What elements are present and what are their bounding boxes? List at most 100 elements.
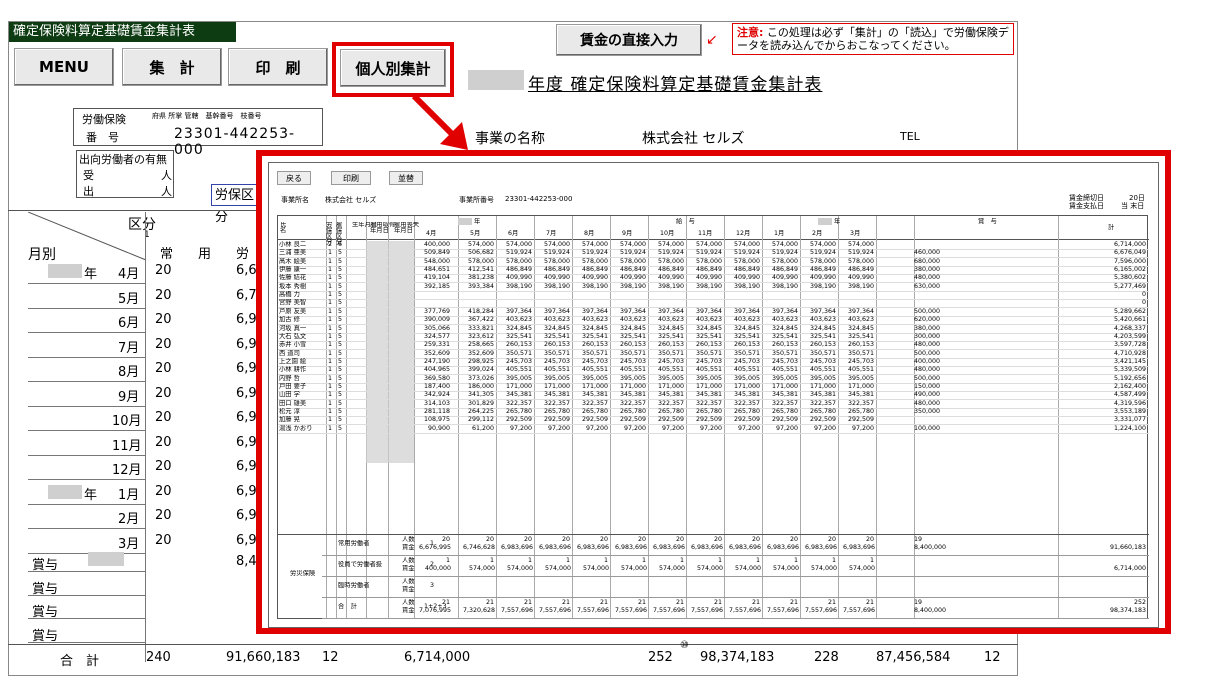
- report-print-button[interactable]: 印刷: [331, 171, 371, 185]
- month-header: 1月: [774, 230, 785, 237]
- monthly-wage: 574,000: [543, 241, 570, 248]
- row-total: 6,676,049: [1113, 249, 1146, 257]
- monthly-wage: 325,541: [581, 332, 608, 340]
- report-sheet: 戻る 印刷 並替 事業所名 株式会社 セルズ 事業所番号 23301-44225…: [268, 162, 1159, 628]
- monthly-wage: 265,780: [771, 408, 798, 415]
- summary-button[interactable]: 集 計: [122, 48, 222, 86]
- direct-wage-input-button[interactable]: 賃金の直接入力: [556, 24, 702, 56]
- back-button[interactable]: 戻る: [277, 171, 311, 185]
- monthly-wage: 486,849: [543, 266, 570, 274]
- bonus-amount: 350,000: [914, 408, 941, 415]
- monthly-wage: 265,780: [695, 408, 722, 415]
- summary-total-wage: 98,374,183: [1109, 607, 1146, 614]
- monthly-wage: 398,190: [847, 282, 874, 290]
- monthly-wage: 367,422: [467, 316, 494, 324]
- monthly-wage: 486,849: [657, 266, 684, 274]
- monthly-wage: 519,924: [657, 249, 684, 257]
- monthly-wage: 292,509: [619, 416, 646, 424]
- grid-header-label: 雇用喪失年月日: [394, 222, 420, 234]
- summary-total-count: 252: [1133, 599, 1146, 606]
- monthly-wage: 405,551: [657, 366, 684, 374]
- pay-day-label: 賃金支払日: [1069, 202, 1104, 210]
- monthly-wage: 171,000: [695, 382, 722, 390]
- monthly-wage: 574,000: [733, 241, 760, 248]
- pay-day: 当 末日: [1121, 202, 1145, 210]
- row-total: 5,339,509: [1113, 366, 1146, 374]
- bonus-amount: 400,000: [914, 357, 941, 365]
- monthly-wage: 486,849: [505, 266, 532, 274]
- monthly-wage: 350,571: [695, 349, 722, 357]
- monthly-wage: 245,703: [809, 357, 836, 365]
- summary-count: 1: [445, 557, 450, 564]
- month-wage: 6,9: [236, 312, 257, 327]
- header-kubun: 区分: [128, 217, 156, 233]
- summary-count: 1: [565, 557, 570, 564]
- monthly-wage: 409,990: [695, 274, 722, 282]
- monthly-wage: 405,551: [505, 366, 532, 374]
- individual-summary-button[interactable]: 個人別集計: [340, 49, 446, 87]
- monthly-wage: 324,845: [581, 324, 608, 332]
- employee-name: 松元 淳: [279, 408, 300, 415]
- bonus-amount: 500,000: [914, 307, 941, 315]
- print-button[interactable]: 印 刷: [228, 48, 328, 86]
- row-line: [28, 405, 145, 407]
- koyo-kubun: 5: [338, 249, 343, 257]
- monthly-wage: 258,665: [467, 341, 494, 349]
- summary-count: 21: [441, 599, 450, 606]
- monthly-wage: 171,000: [505, 382, 532, 390]
- month-header: 7月: [546, 230, 557, 237]
- monthly-wage: 398,190: [505, 282, 532, 290]
- row-total: 5,420,661: [1113, 316, 1146, 324]
- monthly-wage: 403,623: [771, 316, 798, 324]
- row-line: [28, 307, 145, 309]
- monthly-wage: 245,703: [505, 357, 532, 365]
- month-label: 8月: [118, 365, 140, 380]
- sort-button[interactable]: 並替: [389, 171, 423, 185]
- summary-bonus-count: 19: [914, 536, 923, 543]
- year-label-2: 年: [834, 218, 841, 225]
- monthly-wage: 350,571: [505, 349, 532, 357]
- monthly-wage: 292,509: [657, 416, 684, 424]
- monthly-wage: 352,609: [467, 349, 494, 357]
- monthly-wage: 324,845: [695, 324, 722, 332]
- monthly-wage: 97,200: [623, 424, 646, 432]
- rosai-kubun: 1: [328, 374, 333, 382]
- rosai-kubun: 1: [328, 382, 333, 390]
- monthly-wage: 350,571: [847, 349, 874, 357]
- monthly-wage: 395,005: [847, 374, 874, 382]
- wage-sublabel: 賃金: [402, 544, 415, 551]
- monthly-wage: 345,381: [771, 391, 798, 399]
- monthly-wage: 292,509: [543, 416, 570, 424]
- summary-wage: 574,000: [582, 565, 609, 572]
- monthly-wage: 405,551: [809, 366, 836, 374]
- bonus-amount: 490,000: [914, 391, 941, 399]
- monthly-wage: 578,000: [695, 257, 722, 265]
- month-wage: 6,9: [236, 410, 257, 425]
- monthly-wage: 264,225: [467, 408, 494, 415]
- monthly-wage: 325,541: [657, 332, 684, 340]
- grid-col-line: [838, 216, 839, 618]
- rosai-kubun: 1: [328, 316, 333, 324]
- summary-section-label: 労災保険: [290, 570, 316, 577]
- number-label: 番 号: [86, 131, 119, 144]
- monthly-wage: 345,381: [847, 391, 874, 399]
- count-sublabel: 人数: [402, 599, 415, 606]
- summary-wage: 6,983,696: [766, 544, 799, 551]
- monthly-wage: 325,541: [771, 332, 798, 340]
- month-header: 11月: [698, 230, 713, 237]
- monthly-wage: 265,780: [733, 408, 760, 415]
- grid-row-line: [278, 290, 1149, 292]
- summary-bonus-count: 19: [914, 599, 923, 606]
- row-total: 5,380,602: [1113, 274, 1146, 282]
- rosai-kubun: 1: [328, 257, 333, 265]
- summary-count: 20: [441, 536, 450, 543]
- summary-count: 20: [865, 536, 874, 543]
- menu-button[interactable]: MENU: [14, 48, 114, 86]
- summary-count: 20: [789, 536, 798, 543]
- monthly-wage: 400,000: [423, 241, 450, 248]
- monthly-wage: 324,845: [505, 324, 532, 332]
- summary-row-line: [322, 555, 1149, 556]
- monthly-wage: 578,000: [809, 257, 836, 265]
- employee-name: 伊藤 康一: [279, 266, 307, 274]
- count-sublabel: 人数: [402, 536, 415, 543]
